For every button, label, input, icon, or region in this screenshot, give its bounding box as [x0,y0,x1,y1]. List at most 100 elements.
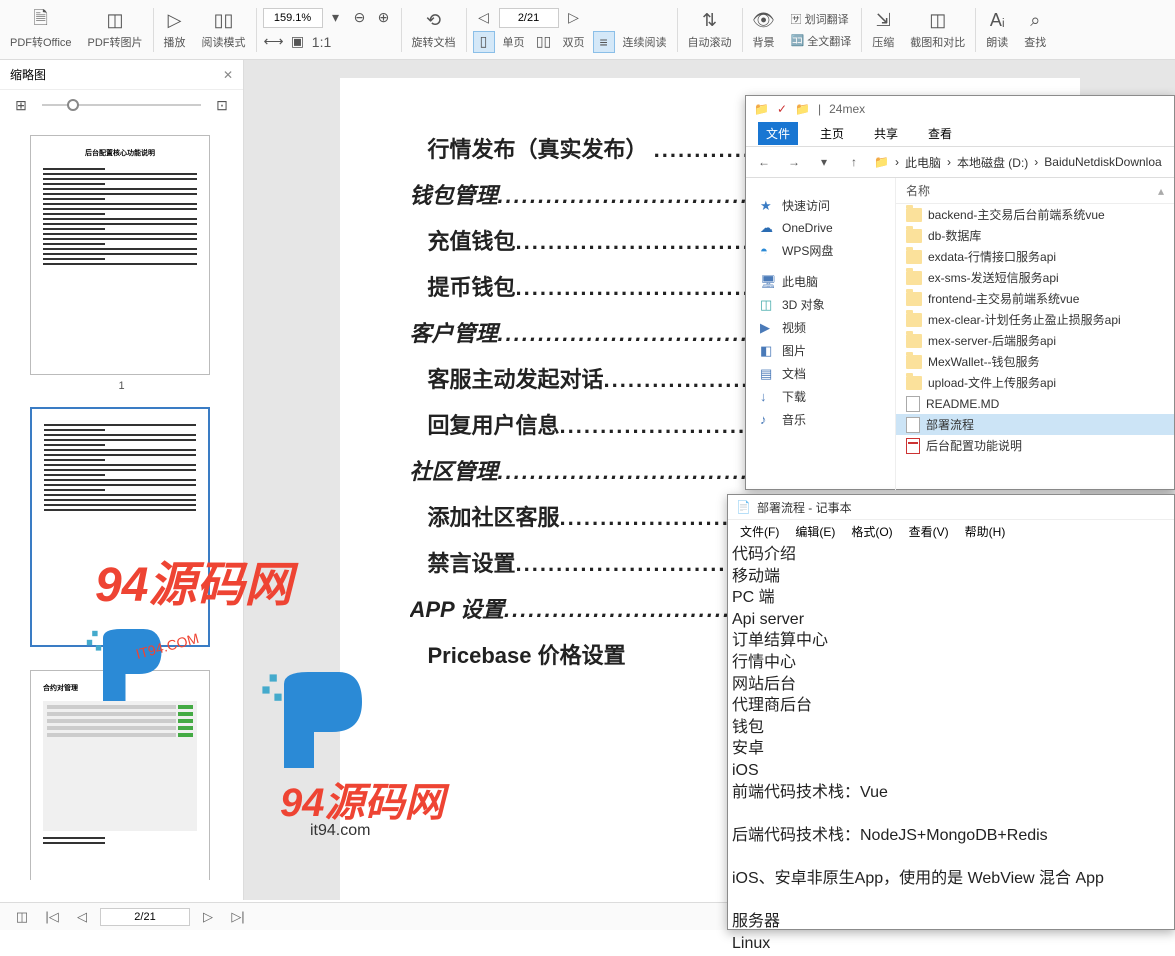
compress-button[interactable]: ⇲ 压缩 [864,2,902,58]
sb-icon[interactable]: ◫ [10,907,34,927]
file-item[interactable]: 后台配置功能说明 [896,435,1174,456]
menu-help[interactable]: 帮助(H) [959,522,1012,541]
expand-icon[interactable]: ⊞ [10,94,32,116]
forward-button[interactable]: → [784,152,804,172]
nav-icon: ◫ [760,297,776,313]
nav-item[interactable]: ▤文档 [746,362,895,385]
notepad-titlebar[interactable]: 📄 部署流程 - 记事本 [728,495,1174,520]
nav-item[interactable]: ▶视频 [746,316,895,339]
actual-size-icon[interactable]: 1:1 [311,31,333,53]
first-page-button[interactable]: |◁ [40,907,64,927]
thumbnail-page-number: 1 [30,380,213,392]
nav-icon: ☁ [760,220,776,236]
tab-home[interactable]: 主页 [812,122,852,145]
page-input[interactable] [499,8,559,28]
pdf-to-image-button[interactable]: ◫ PDF转图片 [80,2,151,58]
file-item[interactable]: exdata-行情接口服务api [896,246,1174,267]
file-item[interactable]: mex-clear-计划任务止盈止损服务api [896,309,1174,330]
file-item[interactable]: upload-文件上传服务api [896,372,1174,393]
notepad-content[interactable]: 代码介绍移动端PC 端Api server订单结算中心行情中心网站后台代理商后台… [728,542,1174,956]
menu-edit[interactable]: 编辑(E) [789,522,841,541]
tab-file[interactable]: 文件 [758,122,798,145]
play-icon: ▷ [164,10,186,32]
nav-icon: ★ [760,198,776,214]
file-item[interactable]: mex-server-后端服务api [896,330,1174,351]
zoom-out-button[interactable]: ⊖ [349,7,371,29]
folder-icon: 📁 [795,102,810,116]
nav-item[interactable]: ↓下载 [746,385,895,408]
double-page-button[interactable]: ▯▯ [533,31,555,53]
up-button[interactable]: ↑ [844,152,864,172]
tab-view[interactable]: 查看 [920,122,960,145]
prev-page-button[interactable]: ◁ [70,907,94,927]
file-item[interactable]: README.MD [896,393,1174,414]
nav-icon: ↓ [760,389,776,405]
address-bar[interactable]: 📁 › 此电脑 › 本地磁盘 (D:) › BaiduNetdiskDownlo… [874,154,1166,171]
menu-view[interactable]: 查看(V) [903,522,955,541]
zoom-input[interactable] [263,8,323,28]
auto-scroll-button[interactable]: ⇅ 自动滚动 [680,2,740,58]
full-translate-button[interactable]: 🈁 全文翻译 [787,30,856,52]
watermark-logo-icon [85,620,175,710]
file-icon [906,417,920,433]
fit-page-icon[interactable]: ▣ [287,31,309,53]
nav-item[interactable]: ◧图片 [746,339,895,362]
menu-format[interactable]: 格式(O) [845,522,898,541]
background-button[interactable]: 👁 背景 [745,2,783,58]
thumbnail-page-2[interactable] [30,407,210,647]
thumbnail-zoom-slider[interactable] [42,95,201,115]
continuous-button[interactable]: ≡ [593,31,615,53]
find-button[interactable]: ⌕ 查找 [1016,2,1054,58]
single-page-button[interactable]: ▯ [473,31,495,53]
play-button[interactable]: ▷ 播放 [156,2,194,58]
explorer-nav-tree: ★快速访问☁OneDrive◓WPS网盘🖥此电脑◫3D 对象▶视频◧图片▤文档↓… [746,178,896,490]
menu-file[interactable]: 文件(F) [734,522,785,541]
zoom-in-button[interactable]: ⊕ [373,7,395,29]
file-item[interactable]: frontend-主交易前端系统vue [896,288,1174,309]
nav-item[interactable]: ◓WPS网盘 [746,239,895,262]
nav-item[interactable]: ☁OneDrive [746,217,895,239]
nav-icon: ▤ [760,366,776,382]
explorer-titlebar[interactable]: 📁 ✓ 📁 | 24mex [746,96,1174,121]
thumbnail-title: 缩略图 [10,66,46,83]
page-input-bottom[interactable] [100,908,190,926]
rotate-doc-button[interactable]: ⟲ 旋转文档 [404,2,464,58]
read-aloud-button[interactable]: Aᵢ 朗读 [978,2,1016,58]
prev-page-button[interactable]: ◁ [473,7,495,29]
folder-icon: 📁 [874,155,889,169]
nav-item[interactable]: ♪音乐 [746,408,895,431]
folder-icon [906,250,922,264]
last-page-button[interactable]: ▷| [226,907,250,927]
file-item[interactable]: ex-sms-发送短信服务api [896,267,1174,288]
pdf-to-office-icon: 🗎 [30,10,52,32]
folder-icon [906,229,922,243]
tab-share[interactable]: 共享 [866,122,906,145]
pdf-to-image-icon: ◫ [104,10,126,32]
nav-item[interactable]: ★快速访问 [746,194,895,217]
back-button[interactable]: ← [754,152,774,172]
book-icon: ▯▯ [213,10,235,32]
close-panel-button[interactable]: ✕ [223,68,233,82]
compress-icon: ⇲ [872,10,894,32]
rotate-icon: ⟲ [423,10,445,32]
file-item[interactable]: db-数据库 [896,225,1174,246]
column-header-name[interactable]: 名称 [906,182,930,199]
translate-icon: 🈂 [791,11,802,27]
next-page-button[interactable]: ▷ [563,7,585,29]
zoom-dropdown-button[interactable]: ▾ [325,7,347,29]
reading-mode-button[interactable]: ▯▯ 阅读模式 [194,2,254,58]
collapse-icon[interactable]: ⊡ [211,94,233,116]
fit-width-icon[interactable]: ⟷ [263,31,285,53]
file-item[interactable]: 部署流程 [896,414,1174,435]
file-item[interactable]: MexWallet--钱包服务 [896,351,1174,372]
next-page-button[interactable]: ▷ [196,907,220,927]
word-translate-button[interactable]: 🈂 划词翻译 [787,8,856,30]
folder-icon: 📁 [754,102,769,116]
screenshot-compare-button[interactable]: ◫ 截图和对比 [902,2,973,58]
file-item[interactable]: backend-主交易后台前端系统vue [896,204,1174,225]
nav-item[interactable]: 🖥此电脑 [746,270,895,293]
pdf-to-office-button[interactable]: 🗎 PDF转Office [2,2,80,58]
history-button[interactable]: ▾ [814,152,834,172]
nav-item[interactable]: ◫3D 对象 [746,293,895,316]
thumbnail-page-1[interactable]: 后台配置核心功能说明 [30,135,210,375]
